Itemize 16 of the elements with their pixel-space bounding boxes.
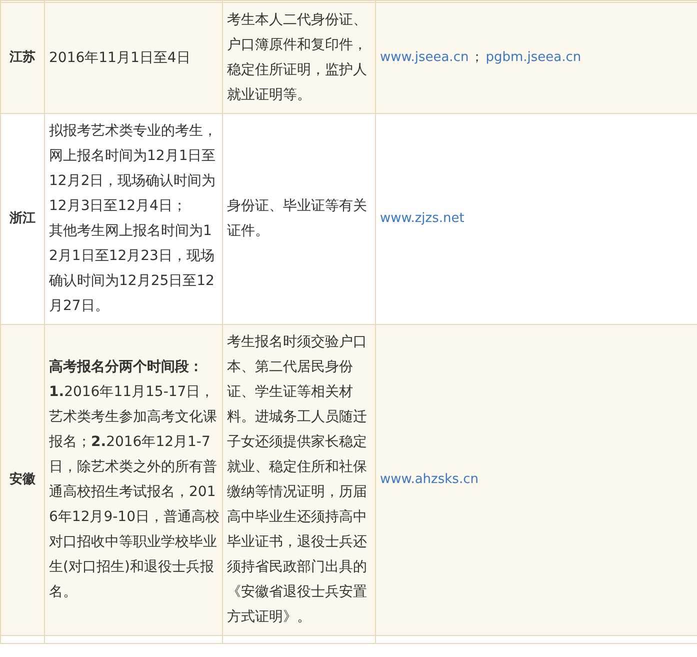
schedule-text: 拟报考艺术类专业的考生，网上报名时间为12月1日至12月2日，现场确认时间为12月3日至12月4日； bbox=[49, 122, 218, 216]
province-cell-text: 江苏 bbox=[10, 49, 36, 68]
schedule-text: 1.2016年11月15-17日，艺术类考生参加高考文化课报名；2.2016年12月1-7日，除艺术类之外的所有普通高校招生考试报名，2016年12月9-10日，普通高校对口招收中等职业学校毕业生(对口招生)和退役士兵报名。 bbox=[49, 383, 220, 602]
website-link[interactable]: www.ahzsks.cn bbox=[380, 470, 478, 490]
province-cell-text: 安徽 bbox=[10, 470, 36, 490]
schedule-text: 其他考生网上报名时间为12月1日至12月23日，现场确认时间为12月25日至12月27日。 bbox=[49, 222, 216, 316]
province-cell-text: 浙江 bbox=[10, 210, 36, 228]
documents-text: 考生报名时须交验户口本、第二代居民身份证、学生证等相关材料。进城务工人员随迁子女还须提供家长稳定就业、稳定住所和社保缴纳等情况证明，历届高中毕业生还须持高中毕业证书，退役士兵还须持省民政部门出具的《安徽省退役士兵安置方式证明》。 bbox=[227, 333, 368, 627]
documents-text: 考生本人二代身份证、户口簿原件和复印件，稳定住所证明，监护人就业证明等。 bbox=[227, 11, 368, 105]
link-separator: ； bbox=[470, 49, 484, 68]
website-link[interactable]: www.zjzs.net bbox=[380, 209, 464, 229]
website-link[interactable]: www.jseea.cn bbox=[380, 48, 469, 68]
schedule-text: 2016年11月1日至4日 bbox=[49, 48, 192, 68]
documents-text: 身份证、毕业证等有关证件。 bbox=[227, 197, 368, 241]
website-link[interactable]: pgbm.jseea.cn bbox=[486, 48, 582, 68]
schedule-text: 高考报名分两个时间段： bbox=[49, 358, 204, 377]
